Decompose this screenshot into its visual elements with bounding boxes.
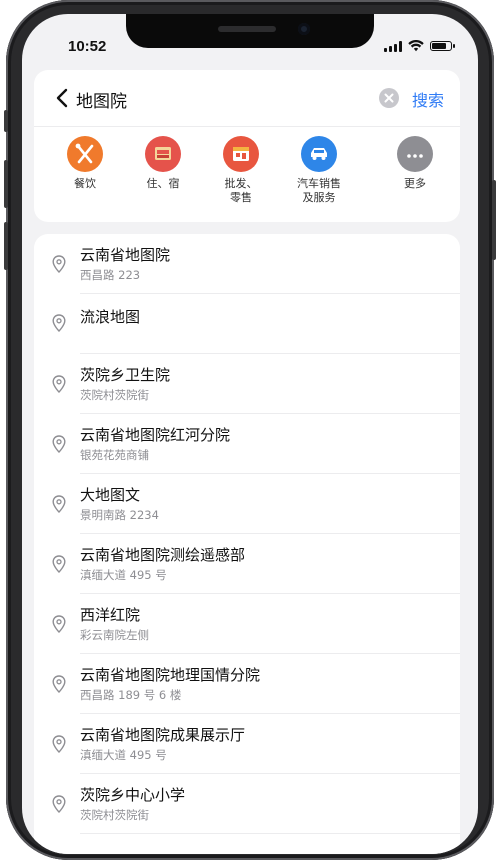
result-row[interactable]: 茨院乡中心小学茨院村茨院街 bbox=[34, 774, 460, 834]
result-row[interactable]: 云南省地图院成果展示厅滇缅大道 495 号 bbox=[34, 714, 460, 774]
status-time: 10:52 bbox=[68, 38, 107, 55]
location-pin-icon bbox=[52, 555, 66, 574]
result-address: 茨院村茨院街 bbox=[80, 388, 149, 402]
search-bar: 地图院 搜索 bbox=[34, 70, 460, 127]
result-list: 云南省地图院 西昌路 223 流浪地图 茨院乡卫生院 茨院村茨院街 云南省地图院红河分院银… bbox=[34, 234, 460, 854]
location-pin-icon bbox=[52, 375, 66, 394]
result-row[interactable]: 云南省地图院测绘遥感部滇缅大道 495 号 bbox=[34, 534, 460, 594]
result-address: 彩云南院左侧 bbox=[80, 628, 149, 642]
location-pin-icon bbox=[52, 615, 66, 634]
result-address: 滇缅大道 495 号 bbox=[80, 748, 167, 762]
category-label: 更多 bbox=[404, 177, 426, 190]
more-dots-icon bbox=[397, 136, 433, 172]
volume-down-button bbox=[4, 222, 8, 270]
result-address: 景明南路 2234 bbox=[80, 508, 159, 522]
location-pin-icon bbox=[52, 255, 66, 274]
bed-icon bbox=[145, 136, 181, 172]
car-icon bbox=[301, 136, 337, 172]
location-pin-icon bbox=[52, 795, 66, 814]
search-card: 地图院 搜索 餐饮 住、宿 批发、 零售 汽车销售 及服务 更多 bbox=[34, 70, 460, 222]
category-hotel[interactable]: 住、宿 bbox=[123, 136, 203, 191]
result-title: 云南省地图院红河分院 bbox=[80, 426, 231, 444]
result-address: 滇缅大道 495 号 bbox=[80, 568, 167, 582]
result-row[interactable]: 西洋红院彩云南院左侧 bbox=[34, 594, 460, 654]
result-row[interactable]: 云南省地图院西昌路 223 bbox=[34, 234, 460, 294]
category-label: 批发、 零售 bbox=[224, 177, 258, 204]
battery-level bbox=[432, 43, 447, 49]
category-food[interactable]: 餐饮 bbox=[45, 136, 125, 191]
category-wholesale-retail[interactable]: 批发、 零售 bbox=[201, 136, 281, 205]
result-title: 云南省地图院测绘遥感部 bbox=[80, 546, 246, 564]
status-icons bbox=[384, 40, 455, 52]
result-row[interactable]: 大地图文景明南路 2234 bbox=[34, 474, 460, 534]
category-label: 餐饮 bbox=[74, 177, 96, 190]
front-camera bbox=[298, 23, 310, 35]
volume-up-button bbox=[4, 160, 8, 208]
storefront-icon bbox=[223, 136, 259, 172]
back-chevron-icon[interactable] bbox=[54, 88, 72, 108]
category-shortcuts: 餐饮 住、宿 批发、 零售 汽车销售 及服务 更多 bbox=[34, 136, 460, 222]
category-more[interactable]: 更多 bbox=[375, 136, 455, 191]
result-title: 茨院乡中心小学 bbox=[80, 786, 186, 804]
search-query[interactable]: 地图院 bbox=[76, 87, 127, 112]
result-title: 云南省地图院地理国情分院 bbox=[80, 666, 261, 684]
result-title: 大地图文 bbox=[80, 486, 141, 504]
phone-screen: 10:52 地图院 搜索 餐饮 住、宿 批发、 零售 汽车销售 及服务 更多 云… bbox=[22, 14, 478, 854]
location-pin-icon bbox=[52, 314, 66, 333]
result-row[interactable]: 云南省地图院地理国情分院西昌路 189 号 6 楼 bbox=[34, 654, 460, 714]
clear-search-icon[interactable] bbox=[379, 88, 399, 108]
location-pin-icon bbox=[52, 675, 66, 694]
result-title: 云南省地图院成果展示厅 bbox=[80, 726, 246, 744]
result-address: 茨院村茨院街 bbox=[80, 808, 149, 822]
result-row[interactable]: 茨院乡卫生院茨院村茨院街 bbox=[34, 354, 460, 414]
speaker-grille bbox=[218, 26, 276, 32]
result-address: 西昌路 223 bbox=[80, 268, 141, 282]
result-title: 流浪地图 bbox=[80, 308, 141, 326]
result-title: 云南省地图院 bbox=[80, 246, 171, 264]
location-pin-icon bbox=[52, 495, 66, 514]
category-label: 住、宿 bbox=[146, 177, 180, 190]
search-button[interactable]: 搜索 bbox=[412, 87, 444, 111]
location-pin-icon bbox=[52, 735, 66, 754]
result-title: 茨院乡卫生院 bbox=[80, 366, 171, 384]
result-address: 银苑花苑商铺 bbox=[80, 448, 149, 462]
category-auto-service[interactable]: 汽车销售 及服务 bbox=[279, 136, 359, 205]
power-button bbox=[492, 180, 496, 260]
result-title: 西洋红院 bbox=[80, 606, 141, 624]
row-divider bbox=[80, 833, 460, 834]
phone-side-button bbox=[4, 110, 8, 132]
wifi-icon bbox=[408, 40, 424, 52]
result-address: 西昌路 189 号 6 楼 bbox=[80, 688, 182, 702]
location-pin-icon bbox=[52, 435, 66, 454]
cellular-signal-icon bbox=[384, 40, 402, 52]
result-row[interactable]: 流浪地图 bbox=[34, 294, 460, 354]
battery-icon bbox=[430, 41, 455, 51]
category-label: 汽车销售 及服务 bbox=[297, 177, 341, 204]
fork-knife-icon bbox=[67, 136, 103, 172]
result-row[interactable]: 云南省地图院红河分院银苑花苑商铺 bbox=[34, 414, 460, 474]
notch bbox=[126, 14, 374, 48]
